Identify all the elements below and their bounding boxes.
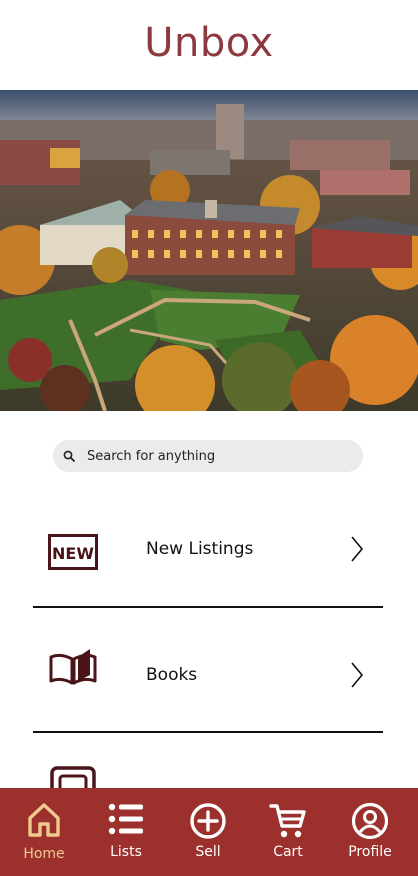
search-icon: [63, 449, 77, 463]
tab-lists[interactable]: Lists: [85, 788, 167, 876]
profile-icon: [351, 802, 389, 844]
svg-text:NEW: NEW: [52, 544, 94, 563]
plus-circle-icon: [189, 802, 227, 844]
tab-label: Profile: [348, 844, 392, 860]
app-title: Unbox: [144, 20, 274, 66]
category-label: New Listings: [146, 539, 254, 559]
tab-label: Cart: [273, 844, 303, 860]
tab-home[interactable]: Home: [3, 788, 85, 876]
app-header: Unbox: [0, 0, 418, 90]
category-new-listings[interactable]: NEW New Listings: [0, 490, 418, 610]
divider: [33, 731, 383, 733]
chevron-right-icon: [349, 661, 365, 693]
tab-label: Home: [23, 846, 65, 862]
home-icon: [27, 802, 61, 842]
campus-hero-image: [0, 90, 418, 411]
tab-label: Lists: [110, 844, 142, 860]
list-icon: [108, 802, 144, 840]
search-input[interactable]: [85, 447, 363, 465]
category-label: Books: [146, 665, 198, 685]
open-book-icon: [48, 647, 98, 691]
chevron-right-icon: [349, 535, 365, 567]
tab-label: Sell: [195, 844, 221, 860]
bottom-tab-bar: Home Lists Sell Cart Profile: [0, 788, 418, 876]
search-bar[interactable]: [53, 440, 363, 472]
category-books[interactable]: Books: [0, 615, 418, 735]
tab-sell[interactable]: Sell: [167, 788, 249, 876]
cart-icon: [269, 802, 307, 844]
new-badge-icon: NEW: [48, 534, 98, 574]
tab-cart[interactable]: Cart: [247, 788, 329, 876]
divider: [33, 606, 383, 608]
tab-profile[interactable]: Profile: [329, 788, 411, 876]
category-icon: [50, 766, 96, 788]
category-item[interactable]: [0, 740, 418, 788]
